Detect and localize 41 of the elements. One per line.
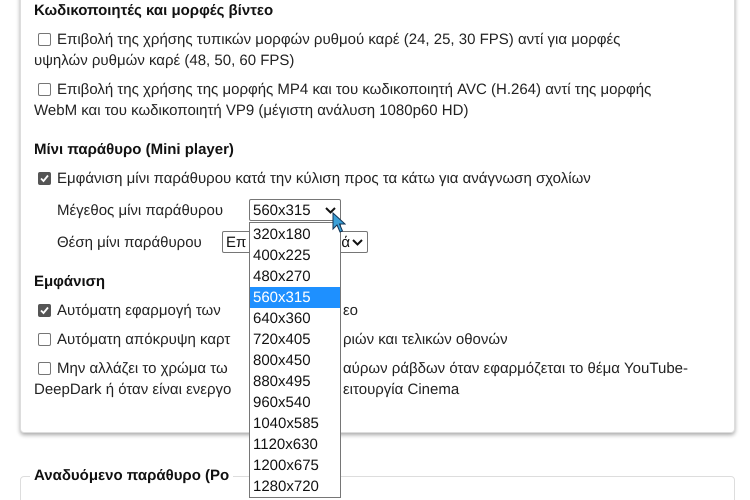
dropdown-option[interactable]: 1280x720 bbox=[250, 476, 340, 497]
section-heading: Εμφάνιση bbox=[34, 272, 106, 292]
section-heading: Κωδικοποιητές και μορφές βίντεο bbox=[34, 1, 274, 21]
checkbox[interactable] bbox=[38, 362, 51, 375]
dropdown-option[interactable]: 400x225 bbox=[250, 245, 340, 266]
section-heading: Αναδυόμενο παράθυρο (Po bbox=[30, 466, 234, 486]
option-label: αύρων ράβδων όταν εφαρμόζεται το θέμα YouTube- bbox=[343, 360, 688, 377]
dropdown-option[interactable]: 320x180 bbox=[250, 224, 340, 245]
field-label: Μέγεθος μίνι παράθυρου bbox=[57, 202, 224, 218]
mouse-pointer-icon bbox=[332, 212, 346, 234]
dropdown-option[interactable]: 1040x585 bbox=[250, 413, 340, 434]
option-label: Μην αλλάζει το χρώμα τω bbox=[57, 360, 228, 377]
checkbox[interactable] bbox=[38, 83, 51, 96]
dropdown-option[interactable]: 880x495 bbox=[250, 371, 340, 392]
checkbox[interactable] bbox=[38, 304, 51, 317]
dropdown-option[interactable]: 1200x675 bbox=[250, 455, 340, 476]
chevron-down-icon bbox=[352, 238, 363, 246]
dropdown-option[interactable]: 1120x630 bbox=[250, 434, 340, 455]
checkbox[interactable] bbox=[38, 333, 51, 346]
option-label: Αυτόματη απόκρυψη καρτ bbox=[57, 331, 230, 348]
option-label: ριών και τελικών οθονών bbox=[343, 331, 508, 348]
option-label: υψηλών ρυθμών καρέ (48, 50, 60 FPS) bbox=[34, 52, 294, 69]
option-label: Αυτόματη εφαρμογή των bbox=[57, 302, 221, 319]
option-label: εο bbox=[343, 302, 358, 319]
checkbox[interactable] bbox=[38, 172, 51, 185]
option-label: DeepDark ή όταν είναι ενεργο bbox=[34, 381, 232, 398]
dropdown-option[interactable]: 640x360 bbox=[250, 308, 340, 329]
option-label: ειτουργία Cinema bbox=[343, 381, 460, 398]
checkbox[interactable] bbox=[38, 33, 51, 46]
option-label: Επιβολή της χρήσης τυπικών μορφών ρυθμού καρέ (24, 25, 30 FPS) αντί για μορφές bbox=[57, 31, 620, 48]
option-label: Εμφάνιση μίνι παράθυρου κατά την κύλιση προς τα κάτω για ανάγνωση σχολίων bbox=[57, 170, 591, 187]
dropdown-option[interactable]: 720x405 bbox=[250, 329, 340, 350]
option-label: WebM και του κωδικοποιητή VP9 (μέγιστη ανάλυση 1080p60 HD) bbox=[34, 102, 468, 119]
size-select[interactable]: 560x315 bbox=[249, 199, 341, 221]
option-label: Επιβολή της χρήσης της μορφής MP4 και του κωδικοποιητή AVC (H.264) αντί της μορφής bbox=[57, 81, 652, 98]
dropdown-option[interactable]: 800x450 bbox=[250, 350, 340, 371]
field-label: Θέση μίνι παράθυρου bbox=[57, 234, 203, 250]
dropdown-option[interactable]: 480x270 bbox=[250, 266, 340, 287]
dropdown-option[interactable]: 960x540 bbox=[250, 392, 340, 413]
chevron-down-icon bbox=[325, 206, 336, 214]
section-heading: Μίνι παράθυρο (Mini player) bbox=[34, 140, 234, 160]
